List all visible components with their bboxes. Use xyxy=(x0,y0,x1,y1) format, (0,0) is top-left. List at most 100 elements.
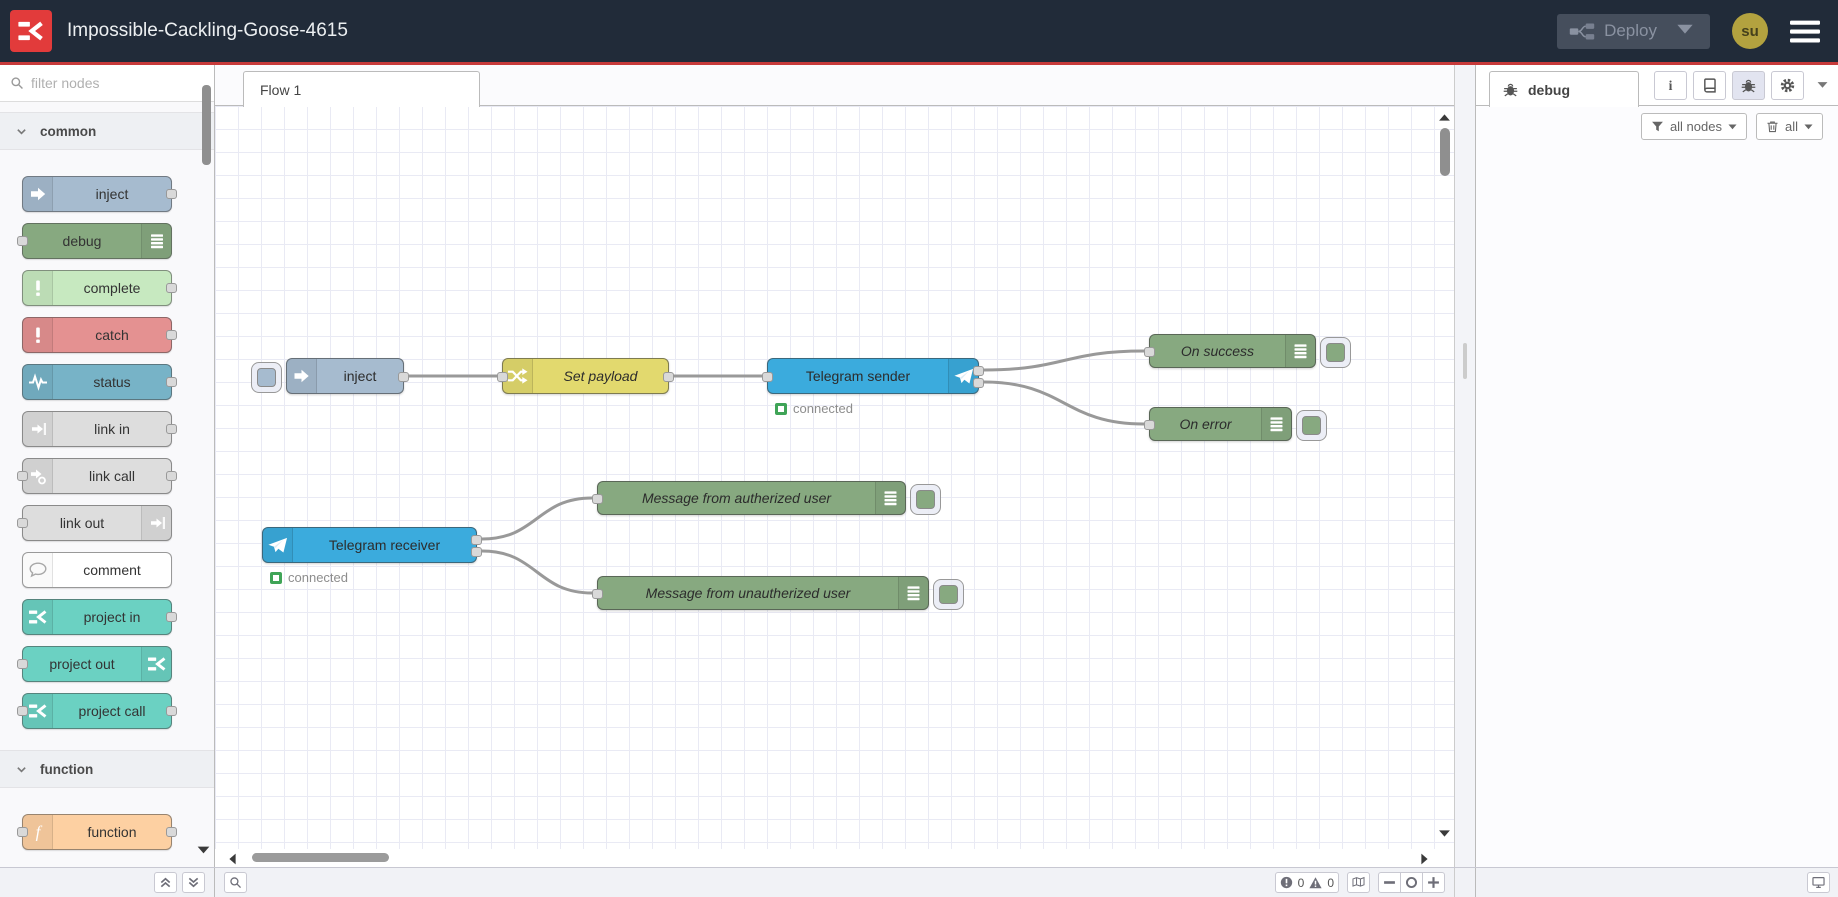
zoom-in-button[interactable] xyxy=(1422,872,1445,893)
palette-node-link-call[interactable]: link call xyxy=(17,458,177,494)
palette-node-port-in[interactable] xyxy=(17,659,28,669)
palette-node-port-out[interactable] xyxy=(166,424,177,434)
palette-node-port-in[interactable] xyxy=(17,471,28,481)
palette-node-project-out[interactable]: project out xyxy=(17,646,172,682)
palette-node-status[interactable]: status xyxy=(22,364,177,400)
gutter-drag-handle[interactable] xyxy=(1463,343,1467,379)
main-menu-button[interactable] xyxy=(1790,20,1820,43)
palette-node-link-in[interactable]: link in xyxy=(22,411,177,447)
sidebar-tabs-caret[interactable] xyxy=(1817,77,1828,95)
notification-counts[interactable]: 0 0 xyxy=(1274,872,1339,893)
help-tab-button[interactable] xyxy=(1693,71,1726,100)
flow-node-inject[interactable]: inject xyxy=(251,358,409,394)
zoom-out-button[interactable] xyxy=(1378,872,1401,893)
node-port-out[interactable] xyxy=(471,547,482,557)
navigator-button[interactable] xyxy=(1347,872,1370,893)
debug-toggle-button[interactable] xyxy=(910,483,941,515)
debug-filter-button[interactable]: all nodes xyxy=(1640,113,1747,140)
palette-node-port-in[interactable] xyxy=(17,518,28,528)
palette-node-port-in[interactable] xyxy=(17,236,28,246)
search-icon xyxy=(229,876,242,889)
canvas-search-button[interactable] xyxy=(224,872,247,893)
palette-node-complete[interactable]: complete xyxy=(22,270,177,306)
palette-node-comment[interactable]: comment xyxy=(22,552,172,588)
palette-category-common[interactable]: common xyxy=(0,112,214,150)
canvas-vertical-scrollbar-thumb[interactable] xyxy=(1440,128,1450,176)
palette-node-label: status xyxy=(93,374,131,390)
map-icon xyxy=(1352,876,1365,889)
tab-flow-1[interactable]: Flow 1 xyxy=(243,71,480,107)
palette-node-catch[interactable]: catch xyxy=(22,317,177,353)
node-port-out[interactable] xyxy=(663,372,674,382)
palette-node-project-call[interactable]: project call xyxy=(17,693,177,729)
tab-debug[interactable]: debug xyxy=(1489,71,1639,107)
palette-node-inject[interactable]: inject xyxy=(22,176,177,212)
palette-scrollbar-thumb[interactable] xyxy=(202,85,211,165)
debug-toggle-button[interactable] xyxy=(933,578,964,610)
node-port-in[interactable] xyxy=(592,589,603,599)
palette-node-port-out[interactable] xyxy=(166,189,177,199)
flow-node-set-payload[interactable]: Set payload xyxy=(497,358,674,394)
open-debug-window-button[interactable] xyxy=(1807,872,1830,893)
node-red-logo xyxy=(10,10,52,52)
debug-toggle-button[interactable] xyxy=(1296,409,1327,441)
wire-telegram-receiver-to-msg-unauthorized[interactable] xyxy=(481,549,593,595)
wire-telegram-receiver-to-msg-authorized[interactable] xyxy=(481,496,593,541)
user-avatar[interactable]: su xyxy=(1732,13,1768,49)
canvas-horizontal-scrollbar-thumb[interactable] xyxy=(252,853,389,862)
config-tab-button[interactable] xyxy=(1771,71,1804,100)
hamburger-icon xyxy=(1790,20,1820,43)
palette-node-link-out[interactable]: link out xyxy=(17,505,172,541)
wire-telegram-sender-to-on-error[interactable] xyxy=(983,380,1145,426)
flow-node-msg-authorized[interactable]: Message from autherized user xyxy=(592,481,941,515)
debug-tab-button[interactable] xyxy=(1732,71,1765,100)
palette-node-port-out[interactable] xyxy=(166,377,177,387)
palette-node-port-out[interactable] xyxy=(166,612,177,622)
node-port-out[interactable] xyxy=(973,378,984,388)
zoom-reset-button[interactable] xyxy=(1400,872,1423,893)
button-inner xyxy=(939,584,958,604)
debug-clear-button[interactable]: all xyxy=(1755,113,1823,140)
wire-telegram-sender-to-on-success[interactable] xyxy=(983,349,1145,372)
collapse-categories-button[interactable] xyxy=(154,872,177,893)
node-port-out[interactable] xyxy=(398,372,409,382)
palette-node-port-out[interactable] xyxy=(166,827,177,837)
sidebar-resize-gutter[interactable] xyxy=(1454,65,1476,867)
palette-node-port-in[interactable] xyxy=(17,827,28,837)
flow-node-on-success[interactable]: On success xyxy=(1144,334,1351,368)
inject-run-button[interactable] xyxy=(251,361,282,393)
flow-node-telegram-sender[interactable]: Telegram sender xyxy=(762,358,984,394)
node-port-out[interactable] xyxy=(973,366,984,376)
node-port-in[interactable] xyxy=(1144,347,1155,357)
palette-node-port-out[interactable] xyxy=(166,283,177,293)
button-inner xyxy=(1302,415,1321,435)
palette-category-function[interactable]: function xyxy=(0,750,214,788)
deploy-options-caret[interactable] xyxy=(1672,20,1698,42)
deploy-button[interactable]: Deploy xyxy=(1557,13,1710,49)
palette-node-debug[interactable]: debug xyxy=(17,223,172,259)
node-port-in[interactable] xyxy=(592,494,603,504)
palette-node-function[interactable]: f function xyxy=(17,814,177,850)
flow-canvas[interactable]: inject Set payload Telegram sender connecte… xyxy=(215,106,1454,849)
node-port-out[interactable] xyxy=(471,535,482,545)
node-port-in[interactable] xyxy=(762,372,773,382)
palette-node-port-out[interactable] xyxy=(166,471,177,481)
flow-node-on-error[interactable]: On error xyxy=(1144,407,1327,441)
palette-scroll-down-icon[interactable] xyxy=(197,843,210,861)
palette-node-port-in[interactable] xyxy=(17,706,28,716)
node-port-in[interactable] xyxy=(1144,420,1155,430)
footer: 0 0 xyxy=(0,867,1838,897)
search-input[interactable] xyxy=(31,75,191,91)
canvas-scroll-up-icon[interactable] xyxy=(1438,111,1451,129)
expand-categories-button[interactable] xyxy=(182,872,205,893)
info-tab-button[interactable]: i xyxy=(1654,71,1687,100)
node-port-in[interactable] xyxy=(497,372,508,382)
flow-node-telegram-receiver[interactable]: Telegram receiver xyxy=(262,527,482,563)
palette-node-port-out[interactable] xyxy=(166,330,177,340)
flow-node-msg-unauthorized[interactable]: Message from unautherized user xyxy=(592,576,964,610)
debug-toggle-button[interactable] xyxy=(1320,336,1351,368)
palette-node-icon-region xyxy=(23,553,53,587)
palette-node-project-in[interactable]: project in xyxy=(22,599,177,635)
palette-node-port-out[interactable] xyxy=(166,706,177,716)
canvas-scroll-down-icon[interactable] xyxy=(1438,826,1451,844)
